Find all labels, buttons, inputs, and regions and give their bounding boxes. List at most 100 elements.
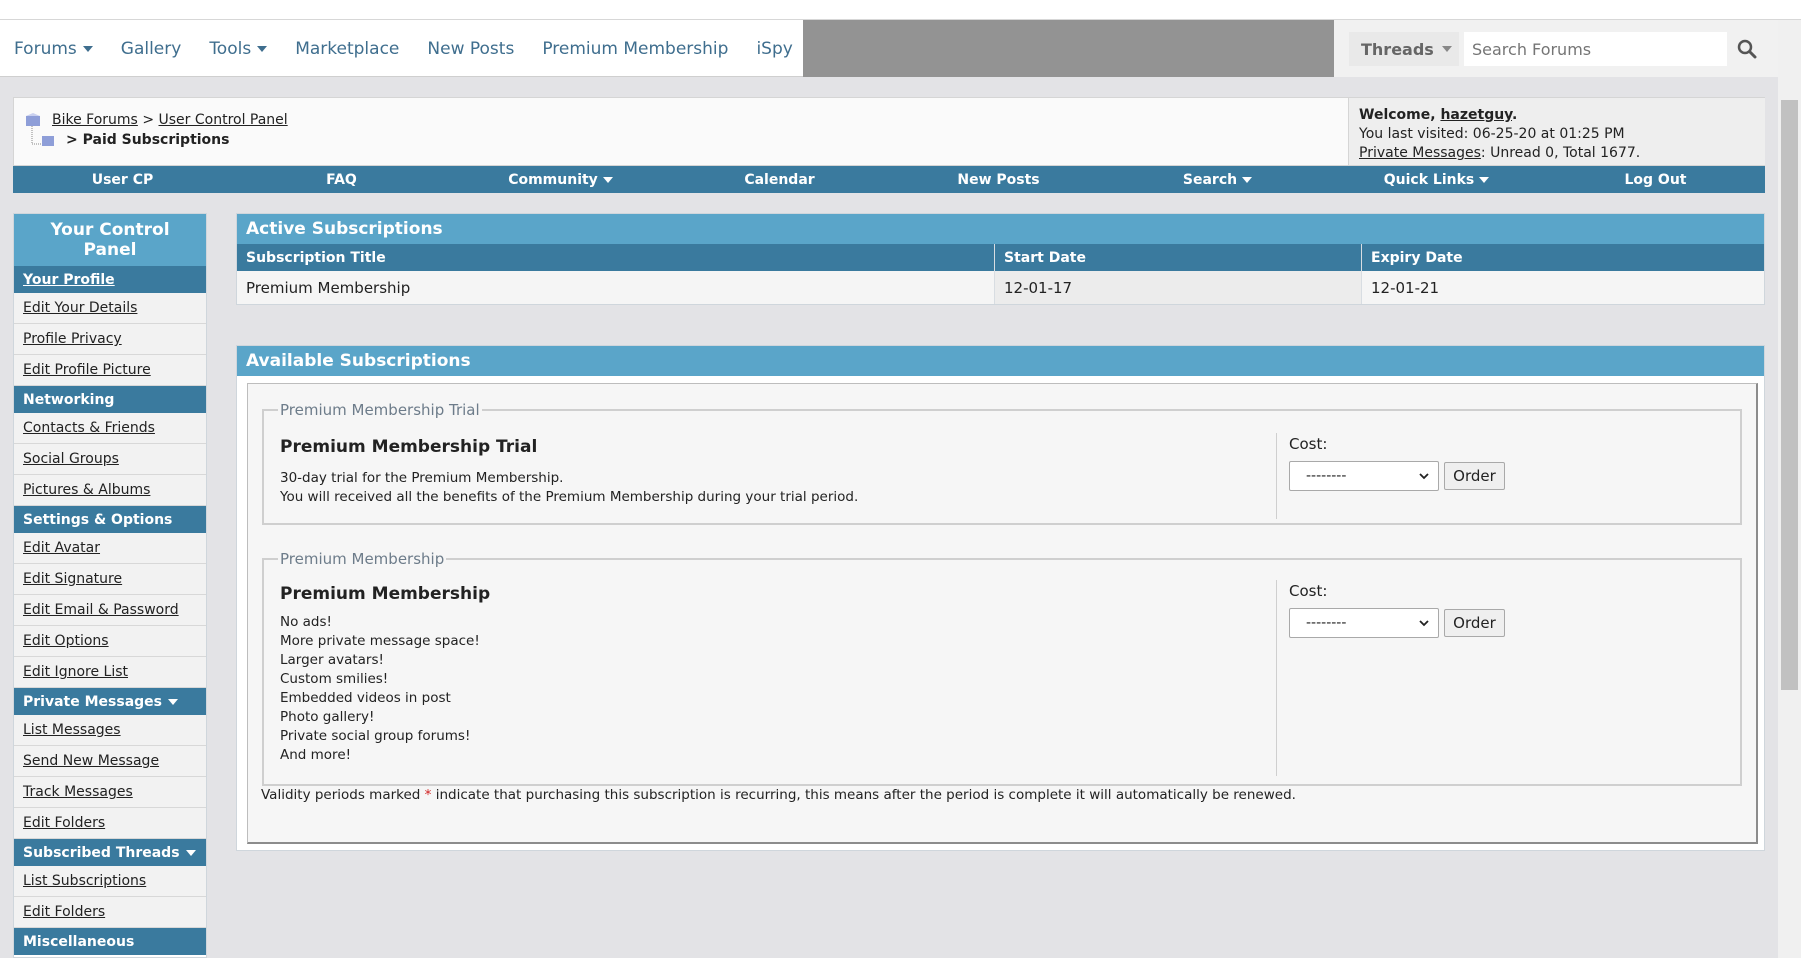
nav-gallery[interactable]: Gallery	[121, 39, 182, 59]
sidebar-heading-your-profile[interactable]: Your Profile	[14, 266, 206, 293]
nav-tools[interactable]: Tools	[209, 38, 268, 59]
sidebar-item-label: Edit Ignore List	[23, 664, 128, 680]
navbar-user-cp[interactable]: User CP	[13, 166, 232, 193]
sidebar-heading-subscribed-threads[interactable]: Subscribed Threads	[14, 839, 206, 866]
sidebar-item-edit-avatar[interactable]: Edit Avatar	[14, 533, 206, 564]
description-line: Custom smilies!	[280, 671, 389, 687]
sidebar-item-list-messages[interactable]: List Messages	[14, 715, 206, 746]
navbar-faq-label: FAQ	[326, 171, 357, 188]
chevron-down-icon	[168, 698, 178, 705]
welcome-prefix: Welcome,	[1359, 107, 1436, 123]
navbar-faq[interactable]: FAQ	[232, 166, 451, 193]
description-line: No ads!	[280, 614, 332, 630]
nav-gallery-label: Gallery	[120, 38, 182, 59]
navbar-new-posts[interactable]: New Posts	[889, 166, 1108, 193]
breadcrumb: Bike Forums > User Control Panel > Paid …	[13, 97, 1765, 166]
sidebar-item-list-subscriptions[interactable]: List Subscriptions	[14, 866, 206, 897]
navbar-community[interactable]: Community	[451, 166, 670, 193]
order-button[interactable]: Order	[1444, 609, 1505, 637]
subscription-title: Premium Membership	[280, 584, 491, 604]
cost-select-value: --------	[1306, 615, 1347, 631]
navbar-quick-links[interactable]: Quick Links	[1327, 166, 1546, 193]
subscription-fieldset-trial: Premium Membership Trial Premium Members…	[262, 401, 1742, 525]
description-line: Larger avatars!	[280, 652, 384, 668]
active-subscriptions-panel: Active Subscriptions Subscription Title …	[236, 213, 1765, 305]
nav-tools-label: Tools	[209, 38, 252, 59]
breadcrumb-root-link[interactable]: Bike Forums	[52, 112, 138, 128]
username-link[interactable]: hazetguy	[1440, 107, 1512, 123]
divider	[1276, 580, 1277, 776]
sidebar-item-pictures-albums[interactable]: Pictures & Albums	[14, 475, 206, 506]
sidebar-item-edit-profile-picture[interactable]: Edit Profile Picture	[14, 355, 206, 386]
divider	[1276, 433, 1277, 519]
search-button[interactable]	[1727, 32, 1767, 66]
description-line: 30-day trial for the Premium Membership.	[280, 470, 564, 486]
sidebar-item-edit-ignore-list[interactable]: Edit Ignore List	[14, 657, 206, 688]
nav-ispy[interactable]: iSpy	[756, 39, 792, 59]
sidebar-item-send-new-message[interactable]: Send New Message	[14, 746, 206, 777]
navbar-calendar[interactable]: Calendar	[670, 166, 889, 193]
sidebar-item-label: Send New Message	[23, 753, 160, 769]
subscription-description: No ads! More private message space! Larg…	[280, 613, 480, 765]
welcome-period: .	[1512, 107, 1518, 123]
description-line: Photo gallery!	[280, 709, 375, 725]
sidebar-item-label: Edit Email & Password	[23, 602, 179, 618]
sidebar-heading-settings-options: Settings & Options	[14, 506, 206, 533]
navbar-calendar-label: Calendar	[744, 171, 815, 188]
navbar-new-posts-label: New Posts	[957, 171, 1040, 188]
sidebar-item-edit-folders-threads[interactable]: Edit Folders	[14, 897, 206, 928]
sidebar-heading-label: Your Profile	[23, 271, 115, 288]
nav-premium-membership[interactable]: Premium Membership	[542, 39, 728, 59]
sidebar-item-profile-privacy[interactable]: Profile Privacy	[14, 324, 206, 355]
cost-select[interactable]: --------	[1289, 461, 1439, 491]
sidebar-item-edit-your-details[interactable]: Edit Your Details	[14, 293, 206, 324]
sidebar-item-edit-signature[interactable]: Edit Signature	[14, 564, 206, 595]
navbar-search[interactable]: Search	[1108, 166, 1327, 193]
sidebar-item-track-messages[interactable]: Track Messages	[14, 777, 206, 808]
description-line: And more!	[280, 747, 352, 763]
order-button[interactable]: Order	[1444, 462, 1505, 490]
nav-new-posts[interactable]: New Posts	[427, 39, 514, 59]
breadcrumb-path: Bike Forums > User Control Panel	[52, 112, 288, 128]
cost-select[interactable]: --------	[1289, 608, 1439, 638]
sidebar-title: Your Control Panel	[14, 214, 206, 266]
page-scrollbar[interactable]	[1778, 20, 1801, 958]
sidebar-item-edit-folders-pm[interactable]: Edit Folders	[14, 808, 206, 839]
sidebar-item-edit-options[interactable]: Edit Options	[14, 626, 206, 657]
sidebar-heading-label: Miscellaneous	[23, 933, 135, 950]
sidebar-item-label: Contacts & Friends	[23, 420, 155, 436]
sidebar-heading-label: Private Messages	[23, 693, 162, 710]
sidebar-item-contacts-friends[interactable]: Contacts & Friends	[14, 413, 206, 444]
available-subscriptions-panel: Available Subscriptions Premium Membersh…	[236, 345, 1765, 851]
nav-marketplace[interactable]: Marketplace	[295, 39, 399, 59]
sidebar-item-label: List Subscriptions	[23, 873, 147, 889]
private-messages-link[interactable]: Private Messages	[1359, 145, 1481, 161]
breadcrumb-current: > Paid Subscriptions	[66, 132, 229, 148]
chevron-down-icon	[1419, 473, 1429, 480]
page-title: Paid Subscriptions	[82, 132, 230, 148]
navbar-log-out[interactable]: Log Out	[1546, 166, 1765, 193]
welcome-line: Welcome, hazetguy.	[1359, 106, 1755, 125]
chevron-down-icon	[1242, 176, 1253, 183]
available-subscriptions-title: Available Subscriptions	[237, 346, 1764, 376]
sidebar-heading-private-messages[interactable]: Private Messages	[14, 688, 206, 715]
breadcrumb-separator: >	[142, 112, 155, 128]
search-scope-select[interactable]: Threads	[1349, 32, 1459, 66]
sidebar-item-edit-email-password[interactable]: Edit Email & Password	[14, 595, 206, 626]
pm-status: Private Messages: Unread 0, Total 1677.	[1359, 144, 1755, 163]
nav-forums[interactable]: Forums	[14, 39, 93, 59]
description-line: More private message space!	[280, 633, 480, 649]
sidebar-item-label: Edit Options	[23, 633, 109, 649]
nav-new-posts-label: New Posts	[427, 38, 515, 59]
navbar-search-label: Search	[1182, 171, 1238, 188]
scrollbar-thumb[interactable]	[1781, 100, 1798, 690]
search-input[interactable]	[1464, 32, 1727, 66]
sidebar-item-label: Edit Folders	[23, 815, 106, 831]
validity-note-text: Validity periods marked	[261, 787, 421, 803]
active-subscriptions-title: Active Subscriptions	[237, 214, 1764, 244]
breadcrumb-parent-link[interactable]: User Control Panel	[159, 112, 288, 128]
active-subscriptions-header: Subscription Title Start Date Expiry Dat…	[237, 244, 1764, 271]
top-nav: Forums Gallery Tools Marketplace New Pos…	[0, 20, 1778, 77]
sidebar-item-label: Edit Avatar	[23, 540, 101, 556]
sidebar-item-social-groups[interactable]: Social Groups	[14, 444, 206, 475]
